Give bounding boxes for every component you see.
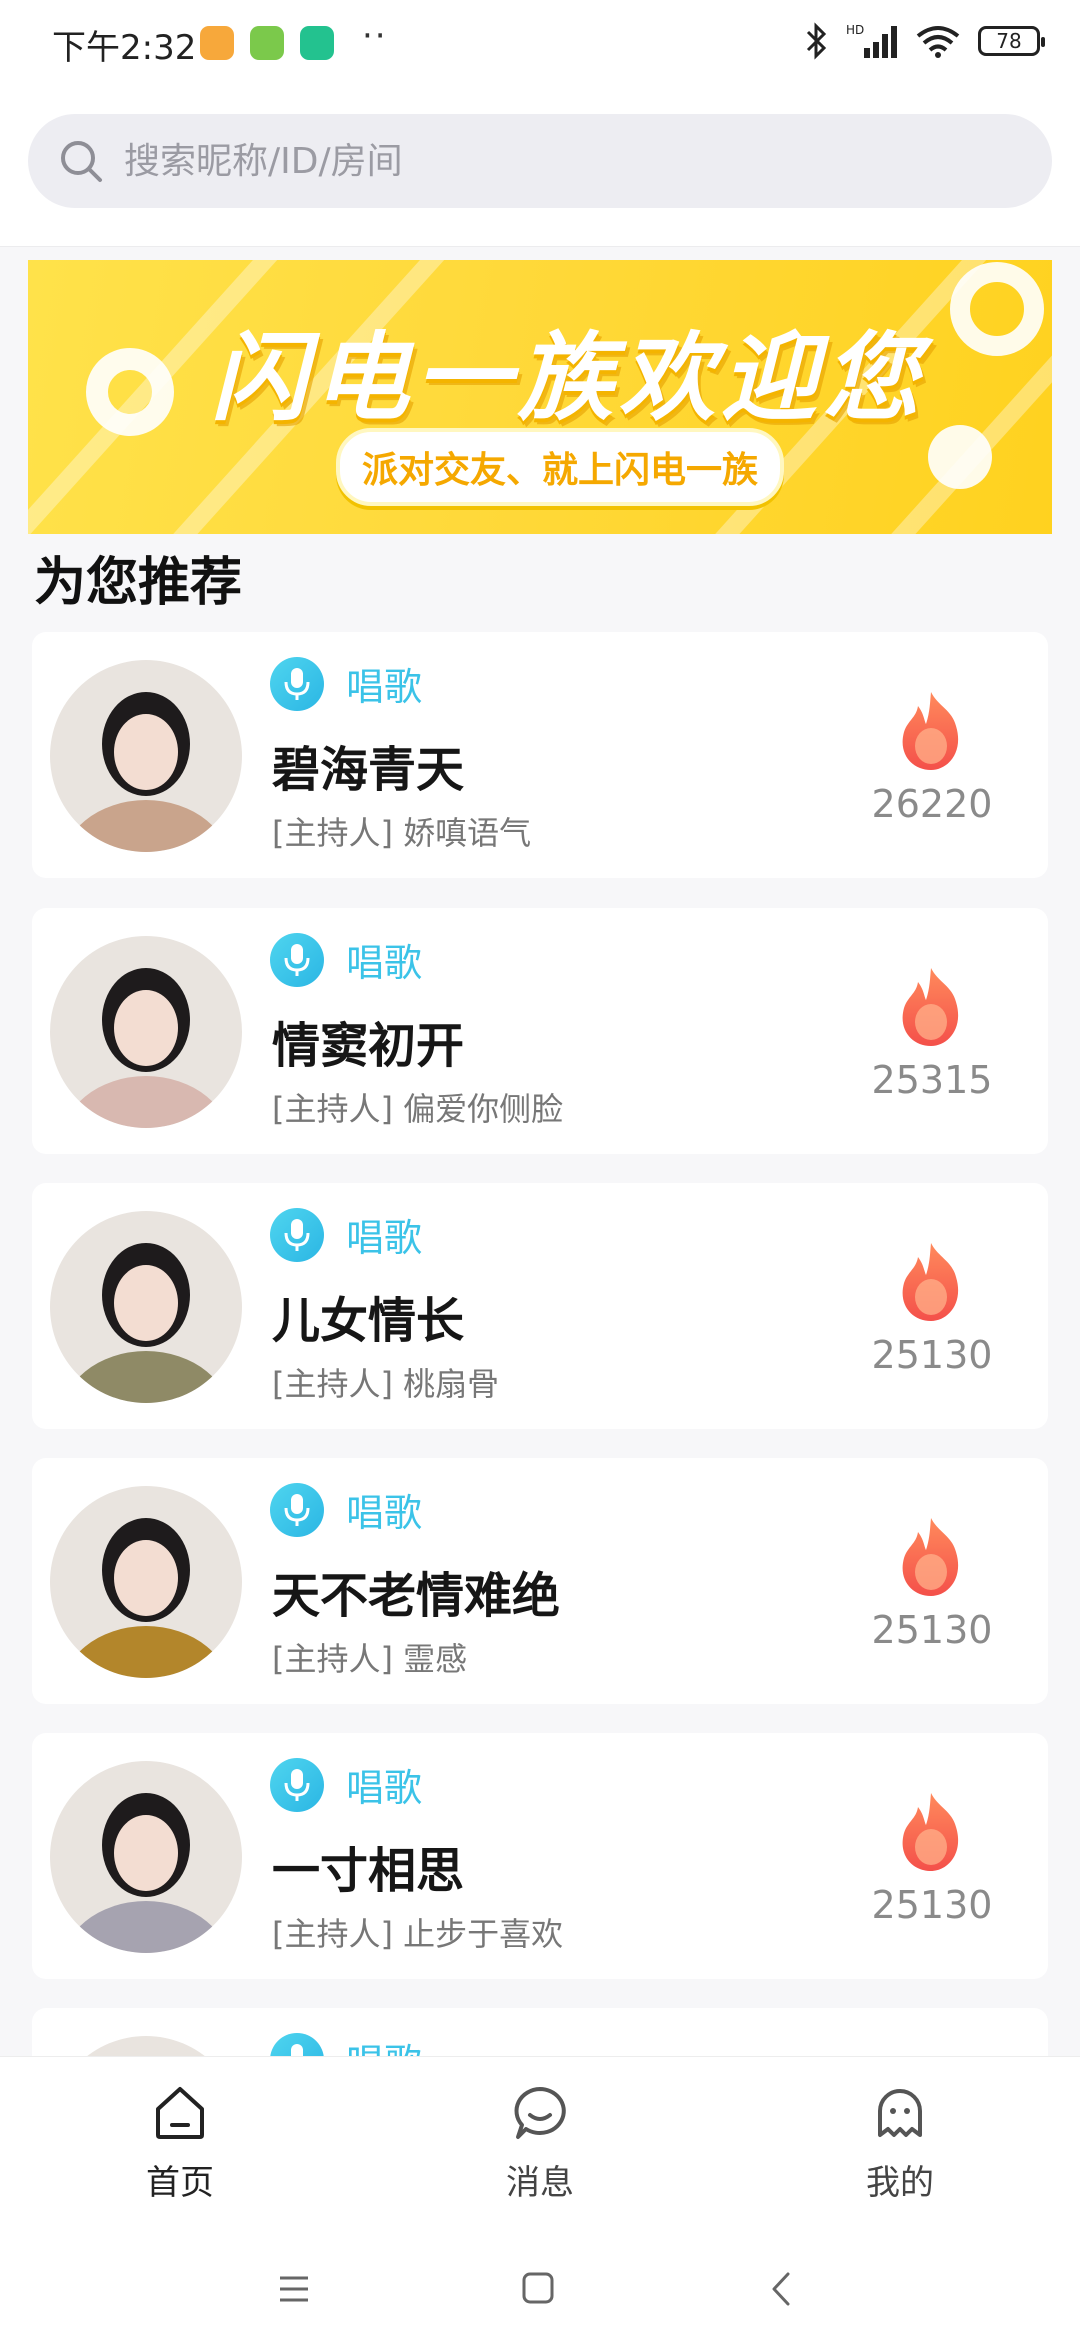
avatar-image <box>50 936 242 1128</box>
download-icon <box>250 26 284 60</box>
message-icon <box>514 2087 566 2139</box>
room-tag: 唱歌 <box>270 656 422 711</box>
host-avatar[interactable] <box>50 660 242 852</box>
fire-icon <box>894 688 968 774</box>
host-avatar[interactable] <box>50 1211 242 1403</box>
room-card[interactable]: 唱歌天不老情难绝 [主持人] 霊感 25130 <box>32 1458 1048 1704</box>
room-host: [主持人] 偏爱你侧脸 <box>272 1090 564 1128</box>
popularity-count: 25130 <box>871 1333 993 1377</box>
banner-title: 闪电一族欢迎您 <box>211 322 925 434</box>
more-notifications-icon: ·· <box>362 16 388 56</box>
fire-icon <box>894 1514 968 1600</box>
host-avatar[interactable] <box>50 936 242 1128</box>
room-host: [主持人] 止步于喜欢 <box>272 1915 564 1953</box>
microphone-icon <box>270 1482 324 1537</box>
host-avatar[interactable] <box>50 1761 242 1953</box>
search-box[interactable] <box>28 114 1052 208</box>
notification-app-icon <box>200 26 234 60</box>
avatar-image <box>50 660 242 852</box>
room-name: 碧海青天 <box>272 742 465 798</box>
wifi-icon <box>916 26 960 58</box>
shield-icon <box>300 26 334 60</box>
back-icon[interactable] <box>752 2264 812 2314</box>
battery-level: 78 <box>996 29 1022 53</box>
room-name: 儿女情长 <box>272 1293 465 1349</box>
room-host: [主持人] 霊感 <box>272 1640 468 1678</box>
tab-home[interactable]: 首页 <box>80 2081 280 2204</box>
room-category: 唱歌 <box>346 941 423 985</box>
bluetooth-icon <box>806 22 827 60</box>
room-host: [主持人] 娇嗔语气 <box>272 814 532 852</box>
avatar-image <box>50 1211 242 1403</box>
search-area <box>0 90 1080 247</box>
home-button-icon[interactable] <box>508 2264 568 2314</box>
room-category: 唱歌 <box>346 1766 423 1810</box>
profile-icon <box>878 2089 922 2137</box>
search-icon <box>61 141 102 182</box>
banner-ring <box>86 348 174 436</box>
popularity-count: 25315 <box>871 1058 993 1102</box>
room-tag: 唱歌 <box>270 1482 422 1537</box>
battery-indicator: 78 <box>978 26 1045 56</box>
tab-label: 首页 <box>146 2163 214 2203</box>
room-tag: 唱歌 <box>270 932 422 987</box>
avatar-image <box>50 1761 242 1953</box>
microphone-icon <box>270 1207 324 1262</box>
status-bar: 下午2:32 ·· HD 78 <box>0 0 1080 90</box>
room-tag: 唱歌 <box>270 1207 422 1262</box>
tab-label: 我的 <box>866 2163 934 2203</box>
room-category: 唱歌 <box>346 1491 423 1535</box>
room-name: 天不老情难绝 <box>272 1568 561 1624</box>
home-icon <box>156 2087 204 2139</box>
avatar-image <box>50 1486 242 1678</box>
host-avatar[interactable] <box>50 1486 242 1678</box>
room-name: 一寸相思 <box>272 1843 465 1899</box>
microphone-icon <box>270 656 324 711</box>
fire-icon <box>894 1239 968 1325</box>
fire-icon <box>894 964 968 1050</box>
tab-profile[interactable]: 我的 <box>800 2081 1000 2204</box>
svg-text:HD: HD <box>846 23 864 37</box>
section-title: 为您推荐 <box>34 553 243 613</box>
room-name: 情窦初开 <box>272 1018 465 1074</box>
system-nav-bar <box>0 2236 1080 2340</box>
room-tag: 唱歌 <box>270 1757 422 1812</box>
room-card[interactable]: 唱歌儿女情长 [主持人] 桃扇骨 25130 <box>32 1183 1048 1429</box>
popularity-count: 25130 <box>871 1608 993 1652</box>
status-right: HD 78 <box>804 22 1045 60</box>
signal-icon: HD <box>846 23 897 58</box>
tab-label: 消息 <box>506 2163 574 2203</box>
promo-banner[interactable]: 闪电一族欢迎您 派对交友、就上闪电一族 <box>28 260 1052 534</box>
bottom-tab-bar: 首页 消息 我的 <box>0 2056 1080 2237</box>
room-card[interactable]: 唱歌碧海青天 [主持人] 娇嗔语气 26220 <box>32 632 1048 878</box>
popularity-count: 26220 <box>871 782 993 826</box>
room-category: 唱歌 <box>346 1216 423 1260</box>
microphone-icon <box>270 1757 324 1812</box>
popularity-count: 25130 <box>871 1883 993 1927</box>
search-input[interactable] <box>122 139 1006 183</box>
fire-icon <box>894 1789 968 1875</box>
room-host: [主持人] 桃扇骨 <box>272 1365 500 1403</box>
microphone-icon <box>270 932 324 987</box>
room-card[interactable]: 唱歌情窦初开 [主持人] 偏爱你侧脸 25315 <box>32 908 1048 1154</box>
menu-icon[interactable] <box>264 2264 324 2314</box>
room-category: 唱歌 <box>346 665 423 709</box>
room-card[interactable]: 唱歌一寸相思 [主持人] 止步于喜欢 25130 <box>32 1733 1048 1979</box>
tab-messages[interactable]: 消息 <box>440 2081 640 2204</box>
banner-subtitle: 派对交友、就上闪电一族 <box>336 428 784 506</box>
banner-ring <box>950 262 1044 356</box>
app-screen: 下午2:32 ·· HD 78 搜索昵称/ID/房间 闪电一族欢迎您 派对交友、… <box>0 0 1080 2340</box>
status-time: 下午2:32 <box>52 28 197 68</box>
